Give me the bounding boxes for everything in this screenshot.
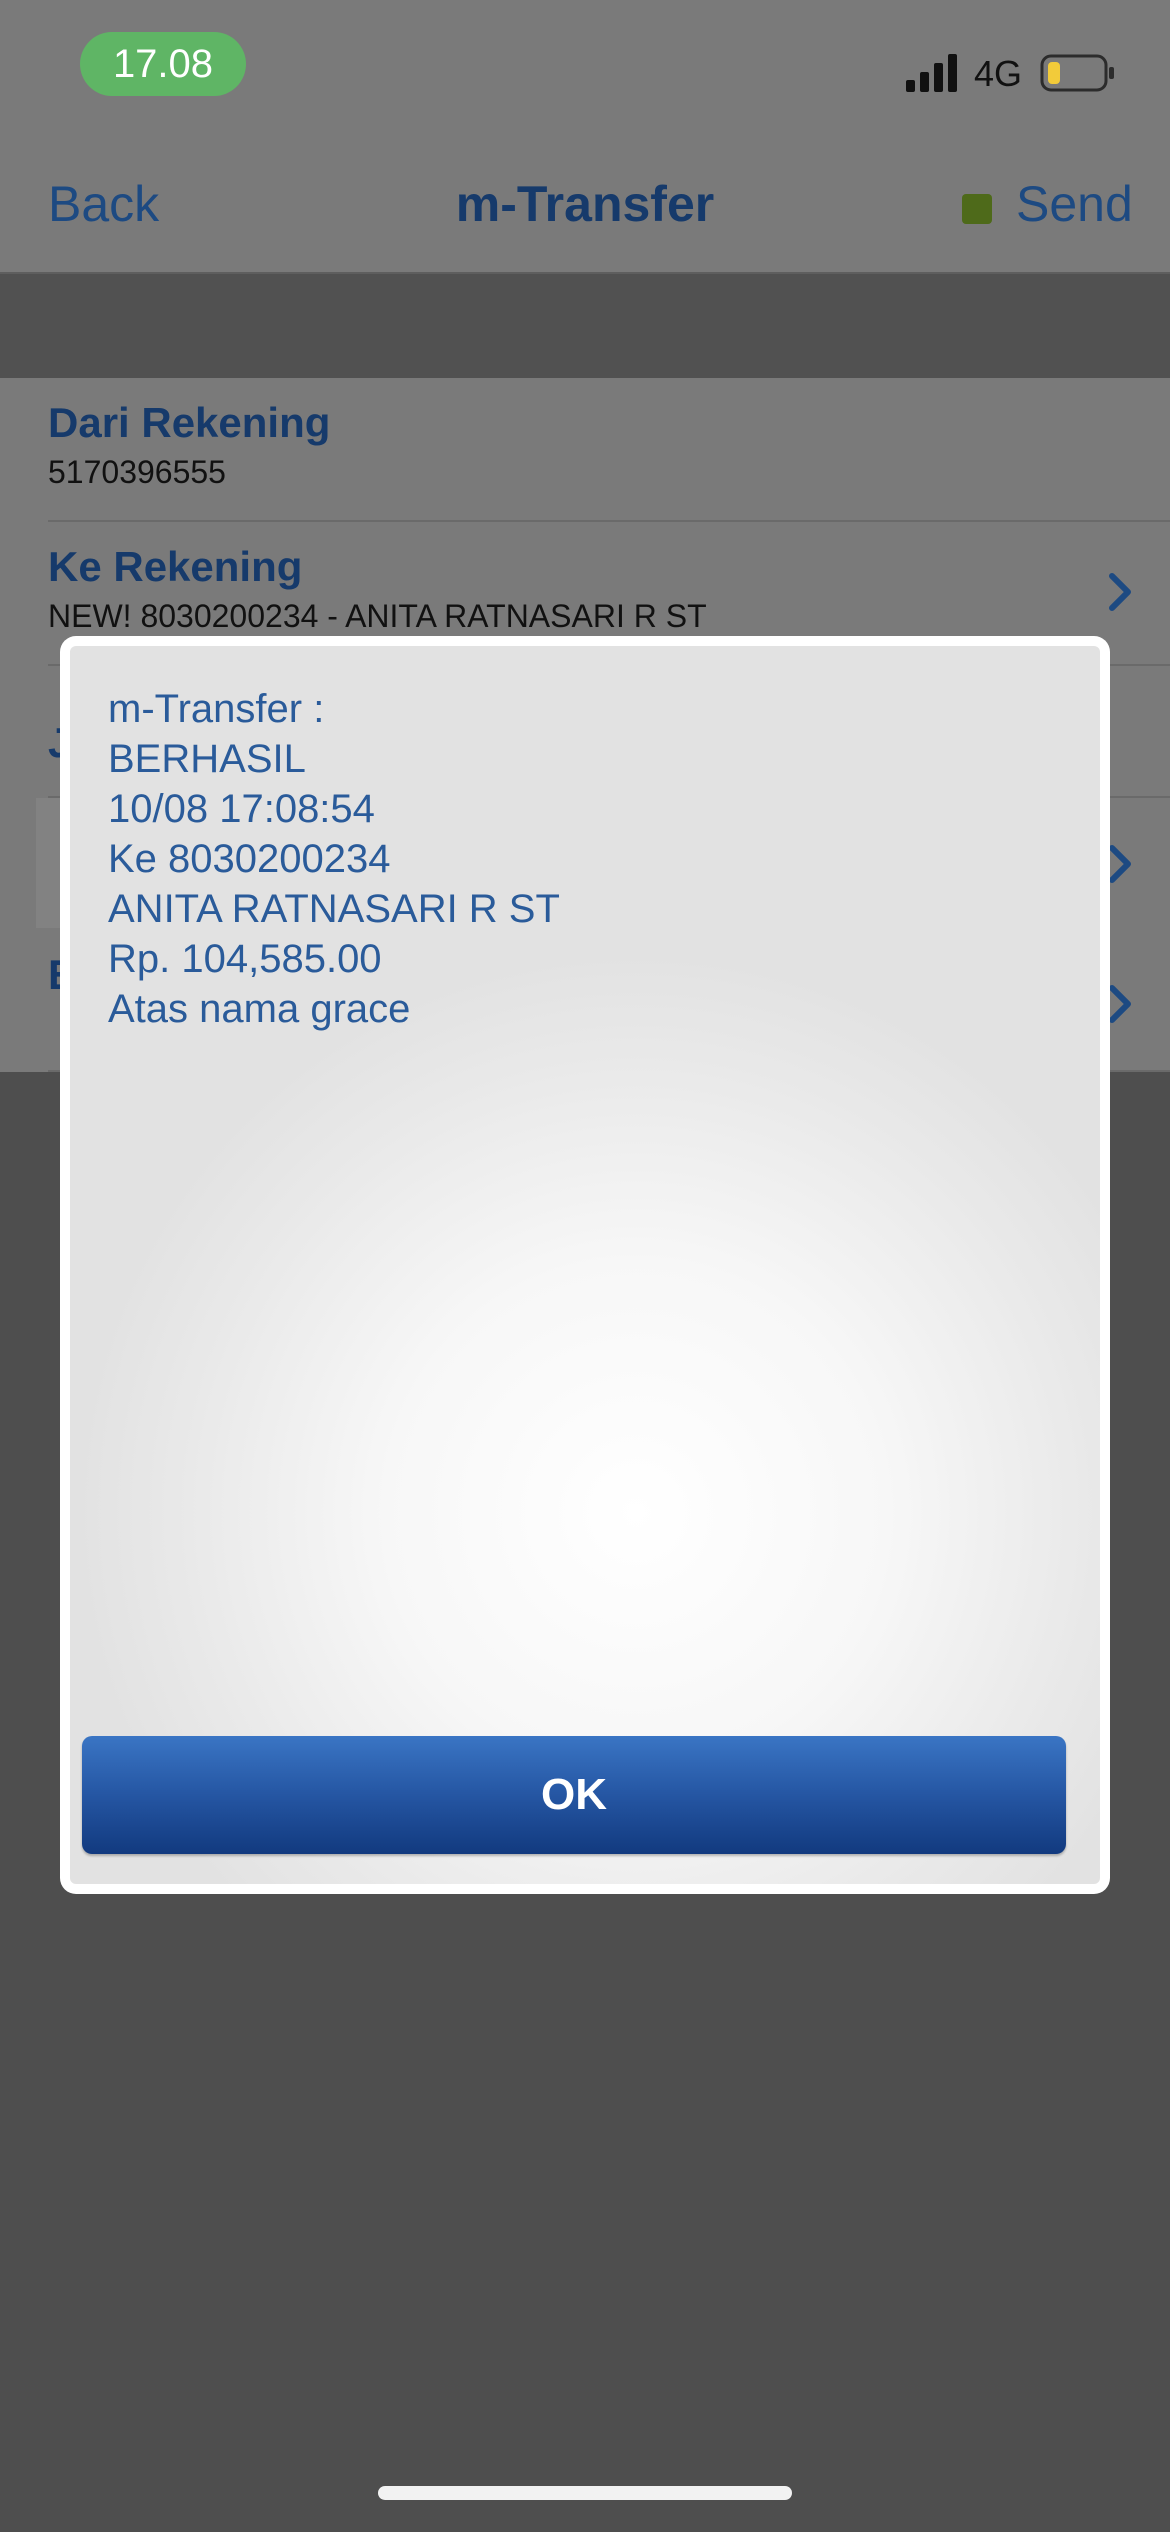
result-dialog: m-Transfer : BERHASIL 10/08 17:08:54 Ke … xyxy=(60,636,1110,1894)
chevron-right-icon xyxy=(1109,573,1131,611)
send-button[interactable]: Send xyxy=(1016,174,1133,234)
message-line: Atas nama grace xyxy=(108,987,411,1031)
message-line: ANITA RATNASARI R ST xyxy=(108,887,560,931)
from-account-label: Dari Rekening xyxy=(48,399,331,446)
status-time: 17.08 xyxy=(80,32,246,96)
section-spacer xyxy=(0,274,1170,378)
to-account-value: NEW! 8030200234 - ANITA RATNASARI R ST xyxy=(48,598,707,634)
status-bar: 17.08 4G xyxy=(0,0,1170,138)
message-line: 10/08 17:08:54 xyxy=(108,787,375,831)
message-line: Rp. 104,585.00 xyxy=(108,937,382,981)
battery-low-icon xyxy=(1040,54,1114,92)
message-line: Ke 8030200234 xyxy=(108,837,391,881)
home-indicator[interactable] xyxy=(378,2486,792,2500)
from-account-row[interactable]: Dari Rekening 5170396555 xyxy=(48,378,1170,522)
send-status-icon xyxy=(962,194,992,224)
to-account-label: Ke Rekening xyxy=(48,543,303,590)
message-line: m-Transfer : xyxy=(108,687,325,731)
dialog-body: m-Transfer : BERHASIL 10/08 17:08:54 Ke … xyxy=(70,646,1100,1884)
network-type: 4G xyxy=(974,53,1023,94)
ok-button[interactable]: OK xyxy=(82,1736,1066,1854)
message-line: BERHASIL xyxy=(108,737,306,781)
signal-bars-icon xyxy=(906,54,957,92)
page-title: m-Transfer xyxy=(455,176,715,232)
from-account-value: 5170396555 xyxy=(48,454,226,490)
navigation-bar: Back m-Transfer Send xyxy=(0,138,1170,274)
chevron-right-icon xyxy=(1109,845,1131,883)
chevron-right-icon xyxy=(1109,985,1131,1023)
